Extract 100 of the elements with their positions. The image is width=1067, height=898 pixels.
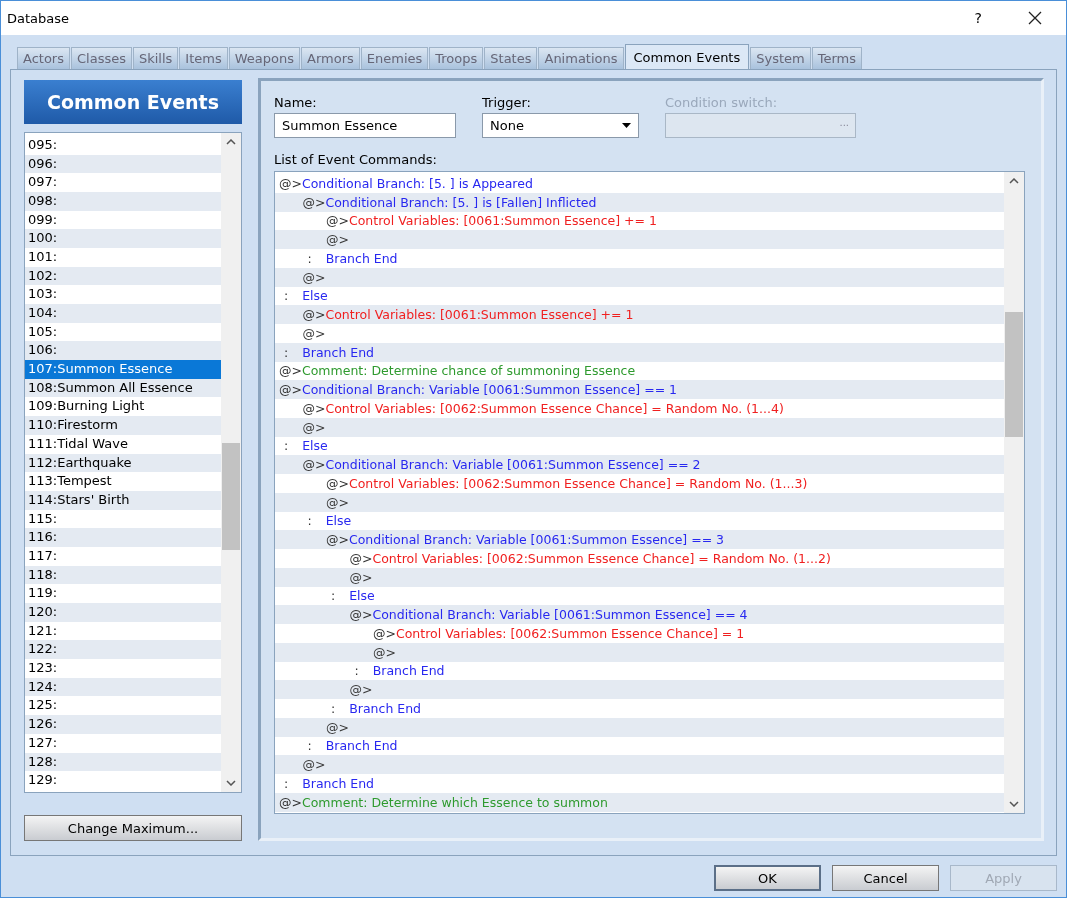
command-marker: @> — [279, 382, 302, 398]
name-field[interactable]: Summon Essence — [274, 113, 456, 138]
trigger-dropdown[interactable]: None — [482, 113, 639, 138]
tab[interactable]: States — [484, 47, 538, 69]
command-marker: : — [331, 588, 336, 604]
command-text: Conditional Branch: Variable [0061:Summon Essence] == 2 — [325, 457, 701, 473]
command-text: Branch End — [325, 250, 398, 266]
command-marker: @> — [373, 644, 396, 660]
command-marker: @> — [302, 307, 326, 323]
command-text: Else — [302, 288, 328, 304]
event-list-item[interactable]: 100: — [25, 229, 221, 248]
command-row[interactable]: @>Conditional Branch: Variable [0061:Summon Essence] == 3 — [275, 530, 1004, 549]
event-list-item[interactable]: 106: — [25, 341, 221, 361]
scroll-up-icon[interactable] — [1009, 178, 1019, 184]
command-text: Control Variables: [0062:Summon Essence Chance] = 1 — [396, 625, 745, 641]
help-button[interactable]: ? — [974, 10, 982, 26]
command-marker: @> — [326, 475, 349, 491]
tab[interactable]: Animations — [538, 47, 624, 69]
tab[interactable]: Skills — [132, 47, 179, 69]
command-text: Control Variables: [0062:Summon Essence Chance] = Random No. (1...4) — [325, 400, 784, 416]
event-list-item[interactable]: 116: — [25, 528, 221, 547]
event-list-item[interactable]: 110:Firestorm — [25, 416, 221, 435]
command-marker: @> — [279, 363, 302, 379]
command-marker: : — [284, 775, 289, 791]
command-text: Else — [302, 438, 328, 454]
command-marker: @> — [326, 213, 349, 229]
command-text: Comment: Determine chance of summoning Essence — [302, 363, 636, 379]
command-text: Conditional Branch: [5. ] is [Fallen] Inflicted — [325, 194, 597, 210]
scrollbar-thumb[interactable] — [222, 442, 240, 550]
list-label: List of Event Commands: — [274, 152, 438, 167]
tab[interactable]: System — [750, 47, 811, 69]
command-text: Conditional Branch: [5. ] is Appeared — [302, 175, 533, 191]
command-text: Comment: Determine which Essence to summon — [302, 794, 608, 810]
sidebar-title: Common Events — [24, 80, 242, 124]
command-row[interactable]: @>Control Variables: [0061:Summon Essence] += 1 — [275, 305, 1004, 324]
command-row[interactable]: @>Conditional Branch: Variable [0061:Summon Essence] == 4 — [275, 605, 1004, 624]
scroll-up-icon[interactable] — [226, 138, 236, 145]
command-marker: : — [284, 344, 289, 360]
command-text: Conditional Branch: Variable [0061:Summon Essence] == 3 — [349, 532, 725, 548]
caret-icon — [622, 123, 631, 128]
change-maximum-button[interactable]: Change Maximum... — [24, 815, 242, 841]
window-title: Database — [7, 10, 71, 26]
field-label: Condition switch: — [665, 95, 779, 110]
command-marker: @> — [373, 625, 396, 641]
command-marker: @> — [349, 607, 373, 623]
scrollbar[interactable] — [221, 132, 241, 793]
event-list-item[interactable]: 122: — [25, 640, 221, 660]
command-marker: : — [354, 663, 359, 679]
command-marker: @> — [279, 794, 302, 810]
command-marker: @> — [302, 194, 326, 210]
close-icon[interactable] — [1028, 11, 1042, 25]
command-text: Control Variables: [0062:Summon Essence Chance] = Random No. (1...3) — [349, 475, 808, 491]
field-label: Name: — [274, 95, 318, 110]
command-text: Branch End — [302, 344, 375, 360]
command-text: Branch End — [349, 700, 422, 716]
command-text: Control Variables: [0062:Summon Essence Chance] = Random No. (1...2) — [372, 550, 831, 566]
command-text: Else — [349, 588, 375, 604]
command-row[interactable]: @>Conditional Branch: Variable [0061:Summon Essence] == 2 — [275, 455, 1004, 474]
command-marker: @> — [302, 757, 326, 773]
command-text: Else — [325, 513, 352, 529]
event-list-item[interactable]: 126: — [25, 715, 221, 734]
scroll-down-icon[interactable] — [1009, 801, 1019, 807]
tab[interactable]: Terms — [811, 47, 863, 69]
command-marker: : — [331, 700, 336, 716]
tab[interactable]: Enemies — [360, 47, 429, 69]
command-text: Branch End — [372, 663, 445, 679]
event-list-item[interactable]: 107:Summon Essence — [25, 360, 221, 379]
tab[interactable]: Weapons — [228, 47, 300, 69]
command-marker: : — [307, 250, 312, 266]
command-marker: : — [307, 738, 312, 754]
event-list-item[interactable]: 104: — [25, 304, 221, 323]
tab[interactable]: Troops — [429, 47, 484, 69]
scrollbar-thumb[interactable] — [1005, 312, 1023, 437]
command-marker: @> — [302, 400, 326, 416]
command-row[interactable]: @> — [275, 680, 1004, 699]
field-label: Trigger: — [482, 95, 532, 110]
command-row[interactable]: @> — [275, 230, 1004, 249]
command-marker: @> — [326, 494, 349, 510]
dialog-button[interactable]: OK — [714, 865, 821, 891]
dialog-button[interactable]: Cancel — [832, 865, 939, 891]
tab[interactable]: Common Events — [624, 44, 750, 69]
command-marker: : — [284, 288, 289, 304]
tab[interactable]: Actors — [17, 47, 70, 69]
command-row[interactable]: @> — [275, 755, 1004, 774]
scrollbar[interactable] — [1004, 172, 1024, 813]
command-marker: @> — [349, 550, 373, 566]
command-marker: @> — [302, 419, 326, 435]
command-marker: @> — [302, 269, 326, 285]
command-text: Conditional Branch: Variable [0061:Summon Essence] == 1 — [302, 382, 678, 398]
event-list-item[interactable]: 120: — [25, 603, 221, 622]
tab[interactable]: Armors — [301, 47, 360, 69]
command-row[interactable]: @>Conditional Branch: Variable [0061:Summon Essence] == 1 — [275, 380, 1004, 399]
tab[interactable]: Classes — [71, 47, 132, 69]
command-marker: @> — [302, 457, 326, 473]
tab[interactable]: Items — [179, 47, 228, 69]
command-text: Branch End — [325, 738, 398, 754]
scroll-down-icon[interactable] — [226, 780, 236, 787]
command-marker: @> — [326, 532, 349, 548]
command-marker: @> — [349, 569, 373, 585]
command-text: Branch End — [302, 775, 375, 791]
